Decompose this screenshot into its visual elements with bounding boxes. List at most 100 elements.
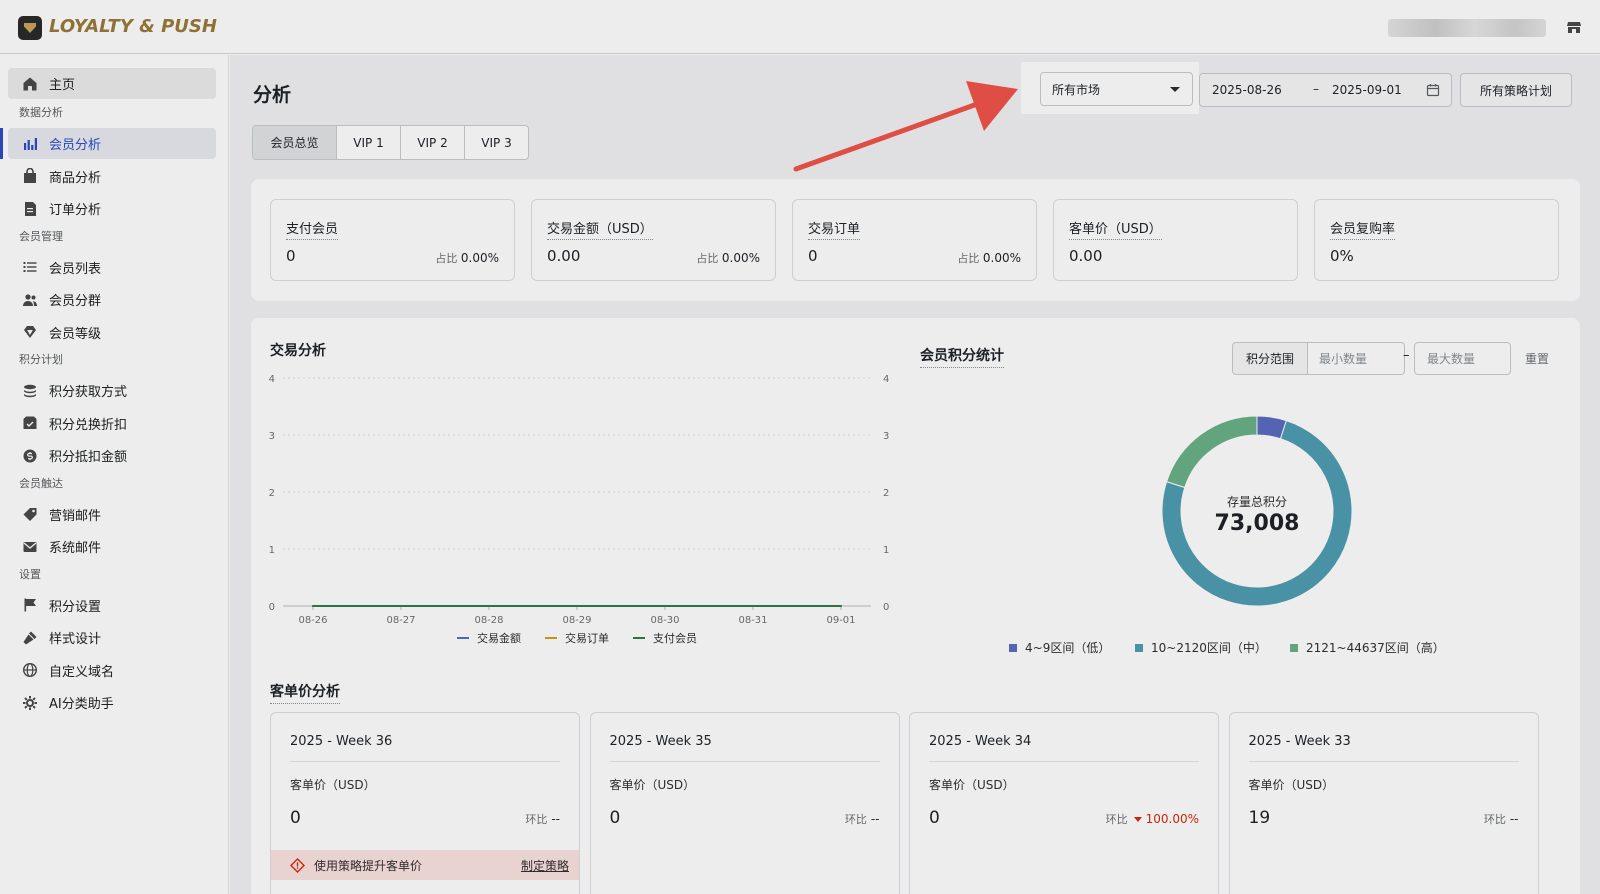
- legend-label-low: 4~9区间（低）: [1025, 641, 1111, 655]
- week-metric-label: 客单价（USD）: [929, 778, 1015, 792]
- legend-label-high: 2121~44637区间（高）: [1306, 641, 1445, 655]
- sidebar-item-label: AI分类助手: [49, 697, 114, 712]
- make-strategy-link[interactable]: 制定策略: [521, 857, 569, 874]
- calendar-icon[interactable]: [1426, 83, 1440, 97]
- sidebar-item-label: 营销邮件: [49, 508, 102, 524]
- box-check-icon: [23, 416, 37, 429]
- tab-vip1[interactable]: VIP 1: [337, 126, 401, 159]
- kpi-label[interactable]: 支付会员: [286, 218, 339, 240]
- sidebar-item-points-redemption[interactable]: 积分兑换折扣: [8, 408, 216, 439]
- kpi-value: 0: [808, 247, 818, 265]
- down-triangle-icon: [1133, 816, 1142, 822]
- date-end[interactable]: 2025-09-01: [1332, 83, 1402, 97]
- kpi-value: 0.00: [547, 247, 581, 265]
- sidebar-item-label: 积分获取方式: [49, 385, 128, 400]
- kpi-share-label: 占比: [696, 252, 719, 265]
- date-start[interactable]: 2025-08-26: [1212, 83, 1282, 97]
- tab-vip3[interactable]: VIP 3: [465, 126, 528, 159]
- points-legend-low[interactable]: 4~9区间（低）: [1009, 639, 1110, 656]
- bag-icon: [24, 168, 36, 183]
- sidebar-item-order-analytics[interactable]: 订单分析: [8, 193, 216, 224]
- sidebar-item-points-settings[interactable]: 积分设置: [8, 590, 216, 621]
- week-divider: [1248, 761, 1519, 762]
- strategy-tip-bar: 使用策略提升客单价 制定策略: [271, 850, 579, 880]
- week-change: 环比 --: [525, 811, 560, 827]
- market-select-value: 所有市场: [1052, 82, 1101, 97]
- analysis-panel: 交易分析 0 0 1 1 2 2 3 3 4 4 08-26 08-27 08-28 08-29 08-30…: [251, 318, 1580, 894]
- caret-down-icon: [1170, 87, 1180, 92]
- annotation-arrow-icon: [793, 81, 1018, 172]
- week-title: 2025 - Week 35: [609, 734, 712, 749]
- sidebar-item-label: 系统邮件: [49, 541, 102, 556]
- sidebar-section-title: 积分计划: [19, 353, 63, 366]
- kpi-label[interactable]: 客单价（USD）: [1069, 218, 1162, 240]
- sidebar-item-member-list[interactable]: 会员列表: [8, 252, 216, 283]
- sidebar-item-points-deduction[interactable]: 积分抵扣金额: [8, 440, 216, 471]
- users-icon: [23, 293, 37, 306]
- gear-icon: [23, 695, 37, 710]
- legend-label-mid: 10~2120区间（中）: [1151, 641, 1267, 655]
- document-icon: [25, 201, 36, 216]
- kpi-share-label: 占比: [957, 252, 980, 265]
- kpi-label[interactable]: 交易订单: [808, 218, 861, 240]
- coins-icon: [24, 384, 36, 397]
- points-legend-high[interactable]: 2121~44637区间（高）: [1290, 639, 1445, 656]
- store-icon[interactable]: [1566, 19, 1582, 35]
- sidebar-item-ai-classifier[interactable]: AI分类助手: [8, 687, 216, 718]
- kpi-value: 0: [286, 247, 296, 265]
- sidebar-section-title: 会员触达: [19, 476, 63, 490]
- legend-swatch-low: [1009, 643, 1017, 652]
- sidebar-item-marketing-email[interactable]: 营销邮件: [8, 499, 216, 530]
- week-title: 2025 - Week 36: [290, 734, 393, 749]
- sidebar-item-member-tiers[interactable]: 会员等级: [8, 317, 216, 348]
- diamond-icon: [24, 326, 36, 338]
- tab-overview[interactable]: 会员总览: [253, 126, 337, 159]
- sidebar-item-system-email[interactable]: 系统邮件: [8, 531, 216, 562]
- kpi-share: 占比 0.00%: [696, 250, 760, 266]
- kpi-share-value: 0.00%: [460, 251, 499, 265]
- donut-slice-2[interactable]: [1166, 415, 1258, 489]
- home-icon: [23, 77, 37, 90]
- sidebar-item-label: 订单分析: [49, 203, 102, 218]
- sidebar-item-style-design[interactable]: 样式设计: [8, 622, 216, 653]
- donut-center-value: 73,008: [1214, 511, 1300, 536]
- sidebar-item-label: 会员分群: [49, 294, 102, 309]
- sidebar-item-points-earning[interactable]: 积分获取方式: [8, 375, 216, 406]
- tab-vip2[interactable]: VIP 2: [401, 126, 465, 159]
- week-title: 2025 - Week 33: [1248, 734, 1351, 749]
- sidebar-item-member-segments[interactable]: 会员分群: [8, 284, 216, 315]
- sidebar-item-label: 积分设置: [49, 599, 102, 615]
- sidebar-item-home[interactable]: 主页: [8, 68, 216, 99]
- sidebar-section-title: 数据分析: [19, 106, 63, 119]
- week-change-value: --: [1509, 812, 1519, 826]
- page-title: 分析: [253, 84, 292, 106]
- week-metric-value: 0: [609, 808, 621, 828]
- week-metric-value: 0: [929, 808, 940, 828]
- date-range-picker[interactable]: 2025-08-26 – 2025-09-01: [1199, 73, 1452, 107]
- kpi-label[interactable]: 交易金额（USD）: [547, 218, 653, 240]
- kpi-card-trade-amount: 交易金额（USD） 0.00 占比 0.00%: [531, 199, 776, 281]
- sidebar-item-product-analytics[interactable]: 商品分析: [8, 161, 216, 192]
- kpi-card-paid-members: 支付会员 0 占比 0.00%: [270, 199, 515, 281]
- week-change-value: --: [870, 812, 880, 826]
- sidebar-item-member-analytics[interactable]: 会员分析: [0, 128, 216, 159]
- app-logo-icon: [18, 16, 42, 40]
- kpi-label[interactable]: 会员复购率: [1330, 218, 1396, 240]
- points-legend-mid[interactable]: 10~2120区间（中）: [1135, 639, 1267, 656]
- strategy-tip-text: 使用策略提升客单价: [314, 858, 423, 873]
- week-divider: [290, 761, 560, 762]
- week-metric-label: 客单价（USD）: [290, 778, 376, 792]
- aov-analysis-title: 客单价分析: [270, 681, 340, 704]
- market-select[interactable]: 所有市场: [1040, 72, 1193, 106]
- legend-swatch-mid: [1135, 643, 1143, 652]
- sidebar-item-custom-domain[interactable]: 自定义域名: [8, 655, 216, 686]
- account-name-blurred[interactable]: [1388, 19, 1546, 37]
- week-change-value: 100.00%: [1145, 812, 1199, 826]
- top-bar: LOYALTY & PUSH: [0, 0, 1600, 54]
- kpi-panel: 支付会员 0 占比 0.00% 交易金额（USD） 0.00 占比 0.00% 交易订单 0 占…: [251, 179, 1580, 301]
- sidebar-item-label: 会员等级: [49, 326, 102, 342]
- strategy-plan-button[interactable]: 所有策略计划: [1460, 73, 1572, 107]
- points-donut-chart: [1161, 415, 1353, 607]
- aov-week-card: 2025 - Week 34 客单价（USD） 0 环比 100.00%: [909, 712, 1219, 894]
- main-content: 分析 所有市场 2025-08-26 – 2025-09-01 所有策略计划 会…: [230, 55, 1600, 894]
